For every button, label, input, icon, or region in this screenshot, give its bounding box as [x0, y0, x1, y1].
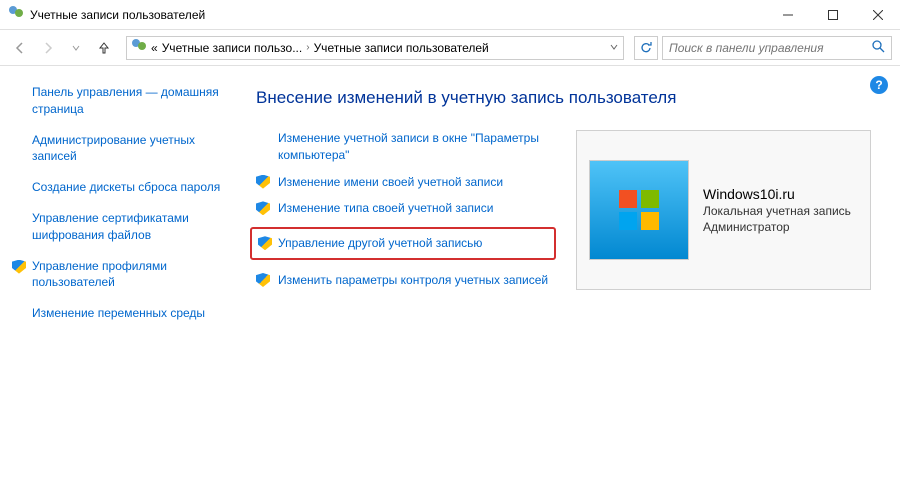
help-button[interactable]: ? — [870, 76, 888, 94]
refresh-button[interactable] — [634, 36, 658, 60]
toolbar: « Учетные записи пользо... › Учетные зап… — [0, 30, 900, 66]
link-change-name[interactable]: Изменение имени своей учетной записи — [256, 174, 556, 191]
app-icon — [8, 5, 24, 24]
sidebar-item-user-profiles[interactable]: Управление профилями пользователей — [32, 258, 224, 292]
avatar — [589, 160, 689, 260]
sidebar-item-password-reset-disk[interactable]: Создание дискеты сброса пароля — [32, 179, 224, 196]
link-manage-other-account[interactable]: Управление другой учетной записью — [250, 227, 556, 260]
account-name: Windows10i.ru — [703, 186, 851, 202]
sidebar-item-admin-accounts[interactable]: Администрирование учетных записей — [32, 132, 224, 166]
recent-dropdown[interactable] — [64, 36, 88, 60]
forward-button[interactable] — [36, 36, 60, 60]
sidebar: Панель управления — домашняя страница Ад… — [0, 66, 240, 500]
breadcrumb-chevrons[interactable]: « — [151, 41, 158, 55]
page-title: Внесение изменений в учетную запись поль… — [256, 88, 884, 108]
link-uac-settings[interactable]: Изменить параметры контроля учетных запи… — [256, 272, 556, 289]
link-change-in-settings[interactable]: Изменение учетной записи в окне "Парамет… — [256, 130, 556, 164]
main-row: Изменение учетной записи в окне "Парамет… — [256, 130, 884, 299]
link-change-type[interactable]: Изменение типа своей учетной записи — [256, 200, 556, 217]
window-title: Учетные записи пользователей — [30, 8, 765, 22]
window-controls — [765, 0, 900, 29]
close-button[interactable] — [855, 0, 900, 29]
back-button[interactable] — [8, 36, 32, 60]
breadcrumb-dropdown[interactable] — [609, 41, 619, 55]
account-type: Локальная учетная запись — [703, 204, 851, 218]
sidebar-item-encryption-certs[interactable]: Управление сертификатами шифрования файл… — [32, 210, 224, 244]
account-card: Windows10i.ru Локальная учетная запись А… — [576, 130, 871, 290]
account-role: Администратор — [703, 220, 851, 234]
breadcrumb[interactable]: « Учетные записи пользо... › Учетные зап… — [126, 36, 624, 60]
users-icon — [131, 38, 147, 57]
content: ? Панель управления — домашняя страница … — [0, 66, 900, 500]
sidebar-item-env-vars[interactable]: Изменение переменных среды — [32, 305, 224, 322]
maximize-button[interactable] — [810, 0, 855, 29]
search-icon[interactable] — [871, 39, 885, 56]
account-info: Windows10i.ru Локальная учетная запись А… — [703, 186, 851, 234]
search-box[interactable] — [662, 36, 892, 60]
main: Внесение изменений в учетную запись поль… — [240, 66, 900, 500]
chevron-right-icon: › — [306, 42, 309, 53]
action-links: Изменение учетной записи в окне "Парамет… — [256, 130, 556, 299]
control-panel-home-link[interactable]: Панель управления — домашняя страница — [32, 84, 224, 118]
titlebar: Учетные записи пользователей — [0, 0, 900, 30]
minimize-button[interactable] — [765, 0, 810, 29]
breadcrumb-item-1[interactable]: Учетные записи пользо... — [162, 41, 303, 55]
breadcrumb-item-2[interactable]: Учетные записи пользователей — [314, 41, 489, 55]
search-input[interactable] — [669, 41, 871, 55]
up-button[interactable] — [92, 36, 116, 60]
